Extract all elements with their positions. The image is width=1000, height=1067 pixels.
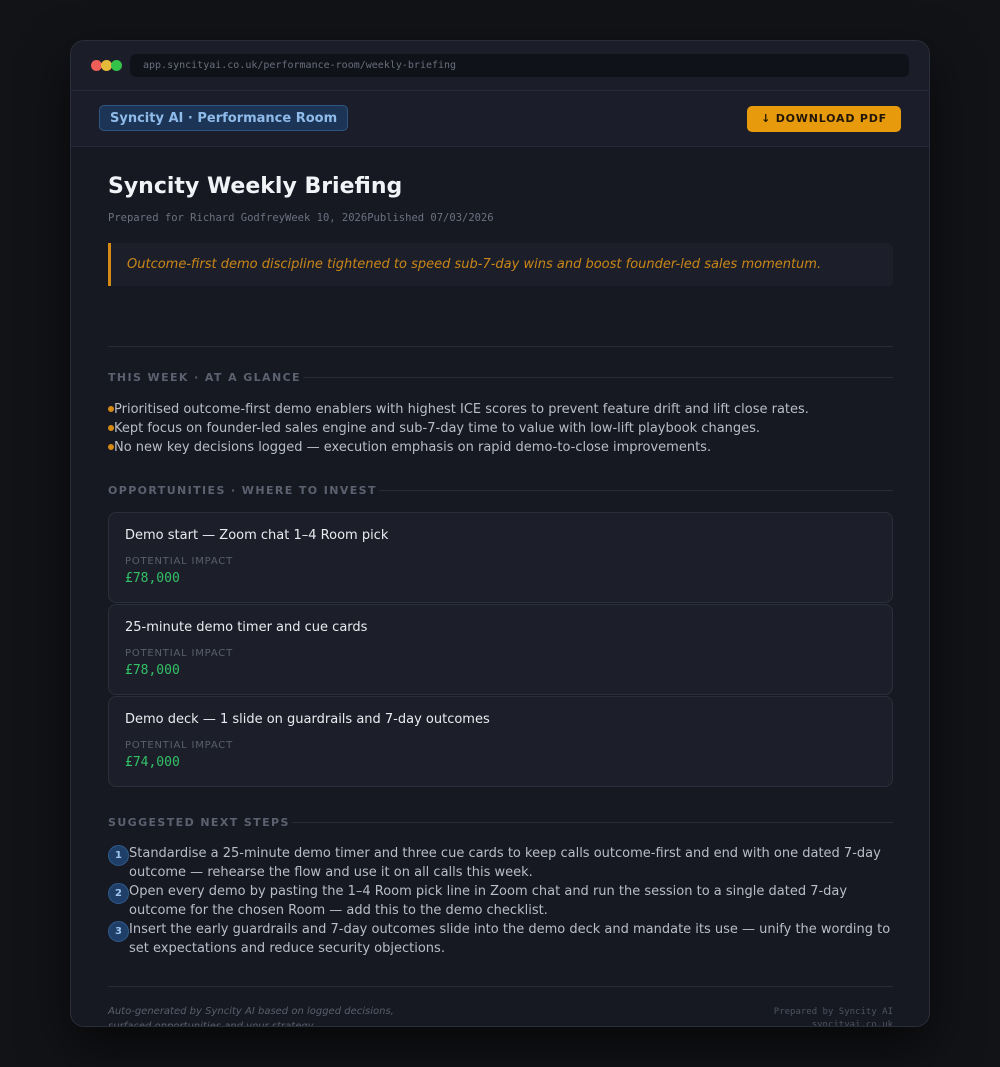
footer-note: Auto-generated by Syncity AI based on lo… (108, 1004, 448, 1027)
summary-callout: Outcome-first demo discipline tightened … (108, 243, 893, 286)
step-number-badge: 3 (108, 921, 129, 942)
footer-note-line: Auto-generated by Syncity AI based on lo… (108, 1006, 394, 1017)
prepared-by: Prepared by Syncity AI (773, 1007, 893, 1017)
address-bar[interactable]: app.syncityai.co.uk/performance-room/wee… (130, 54, 909, 77)
impact-label: POTENTIAL IMPACT (125, 556, 233, 567)
opportunity-title: Demo deck — 1 slide on guardrails and 7-… (125, 712, 490, 727)
divider (108, 986, 893, 987)
list-item: Kept focus on founder-led sales engine a… (108, 419, 893, 438)
step-number-badge: 2 (108, 883, 129, 904)
browser-window: app.syncityai.co.uk/performance-room/wee… (70, 40, 930, 1027)
prepared-for: Prepared for Richard Godfrey (108, 212, 286, 224)
footer-note-line: surfaced opportunities and your strategy… (108, 1021, 316, 1027)
at-a-glance-list: Prioritised outcome-first demo enablers … (108, 400, 893, 457)
page-title: Syncity Weekly Briefing (108, 174, 403, 199)
opportunity-title: 25-minute demo timer and cue cards (125, 620, 368, 635)
next-steps-list: 1 Standardise a 25-minute demo timer and … (108, 844, 893, 958)
list-item: 2 Open every demo by pasting the 1–4 Room… (108, 882, 893, 920)
opportunity-card[interactable]: Demo start — Zoom chat 1–4 Room pick POT… (108, 512, 893, 603)
download-pdf-button[interactable]: ↓ DOWNLOAD PDF (747, 106, 901, 132)
impact-value: £78,000 (125, 571, 180, 586)
briefing-meta: Prepared for Richard GodfreyWeek 10, 202… (108, 212, 494, 224)
week-label: Week 10, 2026 (285, 212, 368, 224)
opportunity-card[interactable]: Demo deck — 1 slide on guardrails and 7-… (108, 696, 893, 787)
impact-value: £78,000 (125, 663, 180, 678)
footer-credit: Prepared by Syncity AI syncityai.co.uk (773, 1006, 893, 1026)
opportunity-card[interactable]: 25-minute demo timer and cue cards POTEN… (108, 604, 893, 695)
at-a-glance-heading: THIS WEEK · AT A GLANCE (108, 371, 893, 384)
opportunity-title: Demo start — Zoom chat 1–4 Room pick (125, 528, 389, 543)
divider (108, 346, 893, 347)
list-item-text: No new key decisions logged — execution … (114, 440, 712, 455)
footer-domain-link[interactable]: syncityai.co.uk (774, 1019, 893, 1026)
brand-badge: Syncity AI · Performance Room (99, 105, 349, 131)
list-item: 3 Insert the early guardrails and 7-day o… (108, 920, 893, 958)
list-item: No new key decisions logged — execution … (108, 438, 893, 457)
step-number-badge: 1 (108, 845, 129, 866)
opportunities-heading-label: OPPORTUNITIES · WHERE TO INVEST (108, 484, 377, 497)
step-text: Open every demo by pasting the 1–4 Room … (129, 884, 848, 918)
list-item: Prioritised outcome-first demo enablers … (108, 400, 893, 419)
impact-label: POTENTIAL IMPACT (125, 740, 233, 751)
list-item-text: Prioritised outcome-first demo enablers … (114, 402, 809, 417)
impact-label: POTENTIAL IMPACT (125, 648, 233, 659)
published-date: Published 07/03/2026 (367, 212, 494, 224)
list-item-text: Kept focus on founder-led sales engine a… (114, 421, 761, 436)
next-steps-heading-label: SUGGESTED NEXT STEPS (108, 816, 290, 829)
list-item: 1 Standardise a 25-minute demo timer and … (108, 844, 893, 882)
at-a-glance-heading-label: THIS WEEK · AT A GLANCE (108, 371, 301, 384)
maximize-window-icon[interactable] (111, 60, 122, 71)
step-text: Insert the early guardrails and 7-day ou… (129, 922, 891, 956)
opportunities-heading: OPPORTUNITIES · WHERE TO INVEST (108, 484, 893, 497)
app-header: Syncity AI · Performance Room ↓ DOWNLOAD… (71, 91, 929, 147)
browser-chrome: app.syncityai.co.uk/performance-room/wee… (71, 41, 929, 91)
impact-value: £74,000 (125, 755, 180, 770)
step-text: Standardise a 25-minute demo timer and t… (129, 846, 881, 880)
next-steps-heading: SUGGESTED NEXT STEPS (108, 816, 893, 829)
